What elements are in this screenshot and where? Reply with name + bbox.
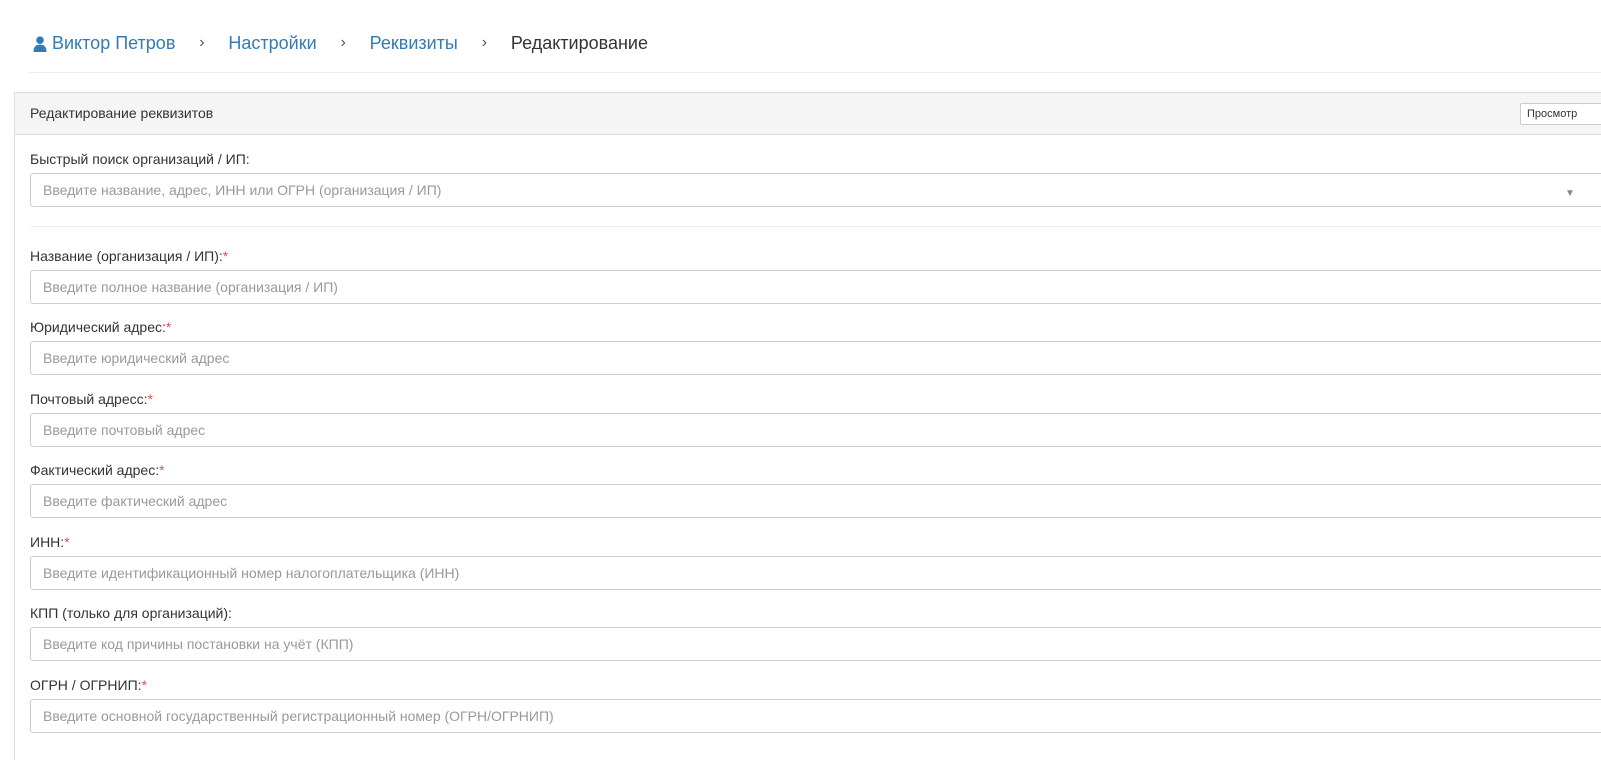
- required-mark: *: [159, 462, 165, 478]
- quick-search-input[interactable]: [30, 173, 1601, 207]
- caret-down-icon[interactable]: ▼: [1565, 188, 1575, 199]
- chevron-right-icon: ›: [199, 34, 205, 51]
- breadcrumb-user-link[interactable]: Виктор Петров: [33, 33, 175, 54]
- org-name-label-text: Название (организация / ИП):: [30, 248, 223, 264]
- org-name-label: Название (организация / ИП):*: [30, 248, 228, 264]
- inn-input[interactable]: [30, 556, 1601, 590]
- page: Виктор Петров › Настройки › Реквизиты › …: [0, 0, 1601, 760]
- chevron-right-icon: ›: [340, 34, 346, 51]
- actual-address-input[interactable]: [30, 484, 1601, 518]
- postal-address-label-text: Почтовый адресс:: [30, 391, 148, 407]
- legal-address-label-text: Юридический адрес:: [30, 319, 166, 335]
- postal-address-label: Почтовый адресс:*: [30, 391, 153, 407]
- breadcrumb-requisites-link[interactable]: Реквизиты: [370, 33, 458, 54]
- required-mark: *: [222, 248, 229, 264]
- postal-address-input[interactable]: [30, 413, 1601, 447]
- actual-address-label: Фактический адрес:*: [30, 462, 165, 478]
- kpp-label: КПП (только для организаций):: [30, 605, 232, 621]
- preview-button[interactable]: Просмотр: [1520, 103, 1601, 125]
- user-icon: [33, 36, 47, 52]
- kpp-input[interactable]: [30, 627, 1601, 661]
- required-mark: *: [165, 319, 172, 335]
- ogrn-input[interactable]: [30, 699, 1601, 733]
- chevron-right-icon: ›: [481, 34, 488, 51]
- required-mark: *: [147, 391, 153, 407]
- quick-search-label: Быстрый поиск организаций / ИП:: [30, 151, 250, 167]
- breadcrumb-current: Редактирование: [510, 32, 648, 53]
- breadcrumb-settings-link[interactable]: Настройки: [228, 33, 316, 54]
- required-mark: *: [141, 677, 147, 693]
- inn-label-text: ИНН:: [30, 534, 65, 550]
- ogrn-label: ОГРН / ОГРНИП:*: [30, 677, 147, 693]
- requisites-edit-panel: Редактирование реквизитов Просмотр Быстр…: [14, 92, 1601, 760]
- kpp-label-text: КПП (только для организаций):: [30, 605, 232, 621]
- breadcrumb-user-label: Виктор Петров: [52, 32, 176, 53]
- inn-label: ИНН:*: [30, 534, 70, 550]
- panel-heading: Редактирование реквизитов Просмотр: [15, 93, 1601, 135]
- ogrn-label-text: ОГРН / ОГРНИП:: [30, 677, 142, 693]
- legal-address-label: Юридический адрес:*: [30, 319, 171, 335]
- section-divider: [30, 226, 1601, 227]
- breadcrumb: Виктор Петров › Настройки › Реквизиты › …: [33, 30, 648, 56]
- panel-title: Редактирование реквизитов: [30, 105, 214, 121]
- required-mark: *: [64, 534, 70, 550]
- header-divider: [28, 72, 1601, 73]
- legal-address-input[interactable]: [30, 341, 1601, 375]
- org-name-input[interactable]: [30, 270, 1601, 304]
- actual-address-label-text: Фактический адрес:: [30, 462, 160, 478]
